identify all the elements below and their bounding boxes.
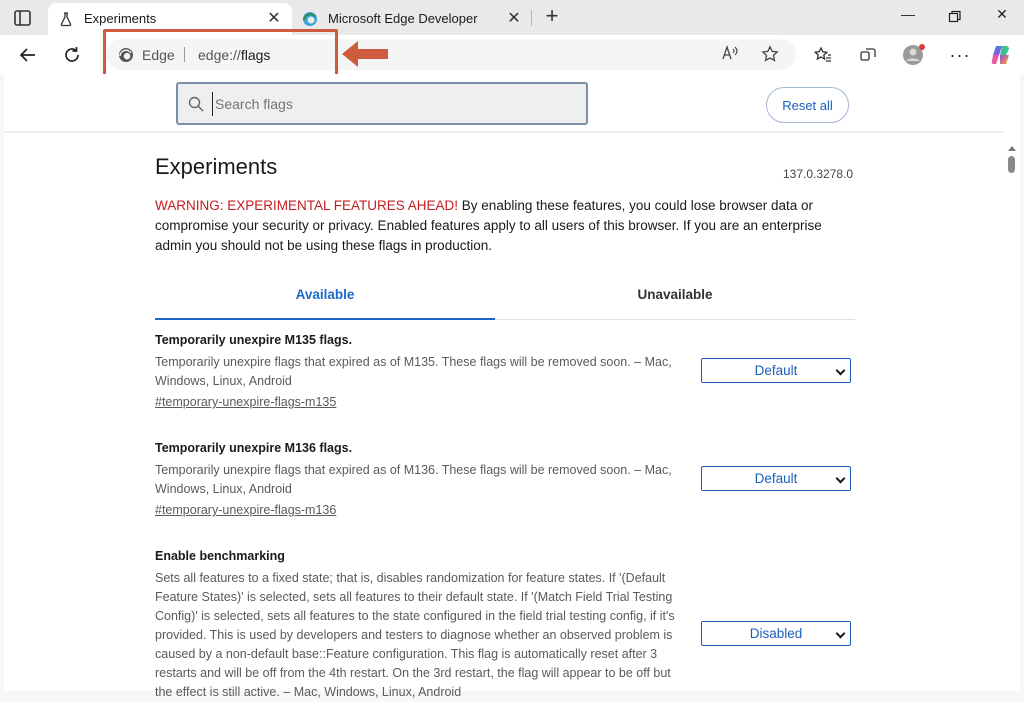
restore-icon[interactable] [943, 6, 967, 28]
flag-state-select[interactable]: Disabled [701, 621, 851, 646]
search-header: Reset all [4, 74, 1008, 132]
flag-state-select[interactable]: Default [701, 466, 851, 491]
scroll-up-arrow-icon[interactable] [1008, 146, 1016, 151]
flag-link[interactable]: #temporary-unexpire-flags-m135 [155, 395, 336, 409]
flag-item: Temporarily unexpire M135 flags. Tempora… [155, 333, 855, 411]
flag-link[interactable]: #temporary-unexpire-flags-m136 [155, 503, 336, 517]
address-highlight-box [103, 29, 338, 79]
flag-state-select[interactable]: Default [701, 358, 851, 383]
favorites-icon[interactable] [810, 42, 836, 68]
refresh-icon[interactable] [59, 42, 85, 68]
chevron-down-icon [835, 365, 846, 376]
flag-title: Temporarily unexpire M136 flags. [155, 441, 353, 455]
flag-item: Temporarily unexpire M136 flags. Tempora… [155, 441, 855, 519]
page-content: Reset all Experiments 137.0.3278.0 WARNI… [4, 74, 1020, 699]
scroll-thumb[interactable] [1008, 156, 1015, 173]
flags-tabs: Available Unavailable [155, 284, 855, 320]
close-tab-icon[interactable]: ✕ [504, 9, 524, 29]
page-scrollbar[interactable] [1004, 74, 1018, 691]
warning-heading: WARNING: EXPERIMENTAL FEATURES AHEAD! [155, 198, 459, 213]
search-box[interactable] [176, 82, 588, 125]
back-icon[interactable] [15, 42, 41, 68]
version-label: 137.0.3278.0 [783, 167, 854, 181]
flask-icon [58, 11, 74, 27]
flag-description: Temporarily unexpire flags that expired … [155, 355, 672, 388]
warning-message: WARNING: EXPERIMENTAL FEATURES AHEAD! By… [155, 196, 855, 256]
search-icon [188, 96, 204, 112]
close-tab-icon[interactable]: ✕ [264, 9, 284, 29]
flag-description: Sets all features to a fixed state; that… [155, 571, 675, 699]
tab-unavailable[interactable]: Unavailable [505, 284, 845, 320]
tab-title: Experiments [84, 11, 157, 26]
select-value: Default [754, 471, 798, 486]
page-title: Experiments [155, 154, 278, 179]
flag-description: Temporarily unexpire flags that expired … [155, 463, 672, 496]
collections-icon[interactable] [855, 42, 881, 68]
pointer-arrow-icon [340, 38, 390, 70]
header-divider [4, 131, 1004, 133]
flag-title: Enable benchmarking [155, 549, 285, 563]
chevron-down-icon [835, 473, 846, 484]
select-value: Disabled [749, 626, 803, 641]
more-options-icon[interactable]: ··· [947, 42, 973, 68]
flag-item: Enable benchmarking Sets all features to… [155, 549, 855, 702]
edge-logo-icon [302, 11, 318, 27]
sidebar-toggle-icon[interactable] [12, 8, 34, 28]
flag-title: Temporarily unexpire M135 flags. [155, 333, 353, 347]
search-input[interactable] [212, 92, 572, 116]
close-window-icon[interactable]: ✕ [990, 6, 1014, 28]
minimize-icon[interactable]: — [896, 6, 920, 28]
tab-available[interactable]: Available [155, 284, 495, 320]
new-tab-button[interactable]: + [540, 5, 564, 29]
tab-separator [531, 10, 532, 26]
profile-avatar[interactable] [900, 42, 926, 68]
select-value: Default [754, 363, 798, 378]
tab-title: Microsoft Edge Developer [328, 11, 478, 26]
copilot-icon[interactable] [988, 42, 1014, 68]
chevron-down-icon [835, 628, 846, 639]
reset-all-button[interactable]: Reset all [766, 87, 849, 123]
read-aloud-icon[interactable] [720, 44, 740, 65]
favorite-star-icon[interactable] [760, 45, 780, 65]
